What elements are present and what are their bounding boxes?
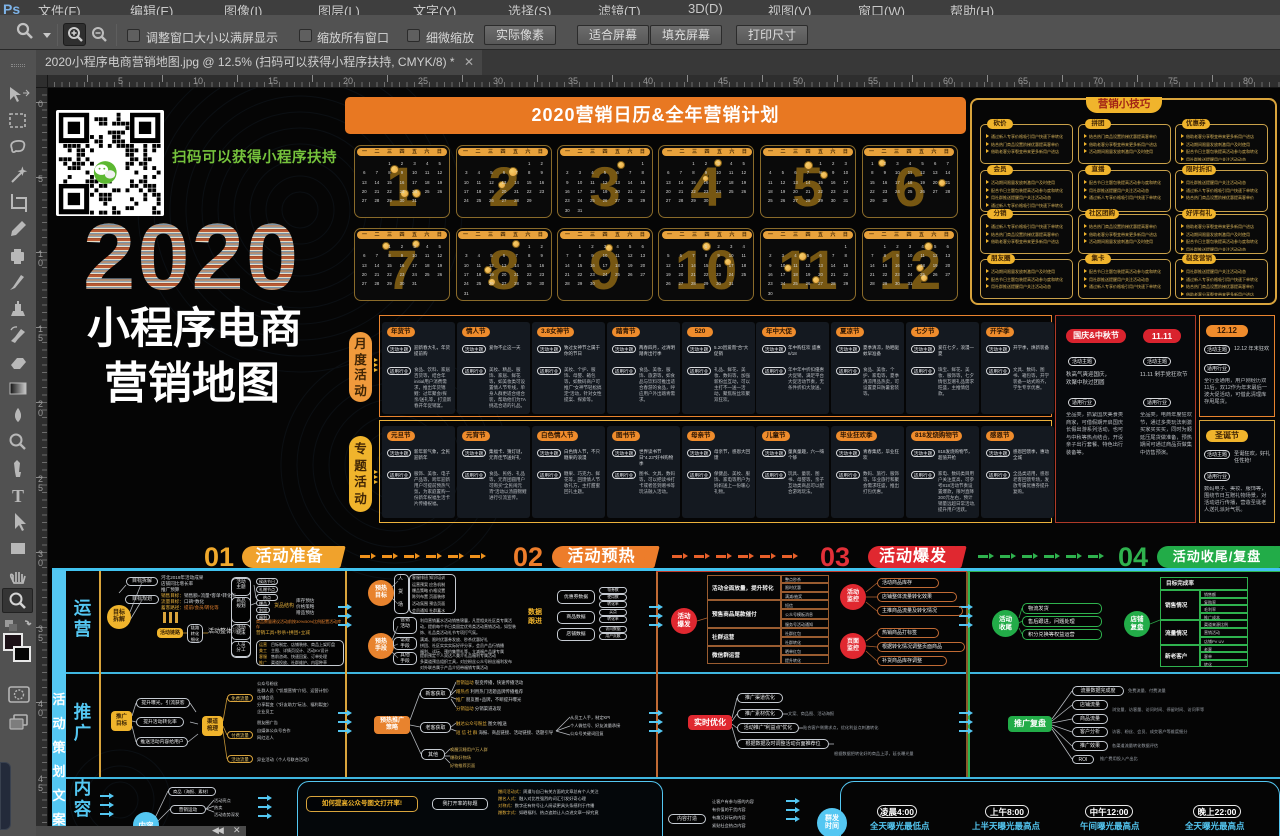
svg-text:T: T — [12, 486, 24, 506]
